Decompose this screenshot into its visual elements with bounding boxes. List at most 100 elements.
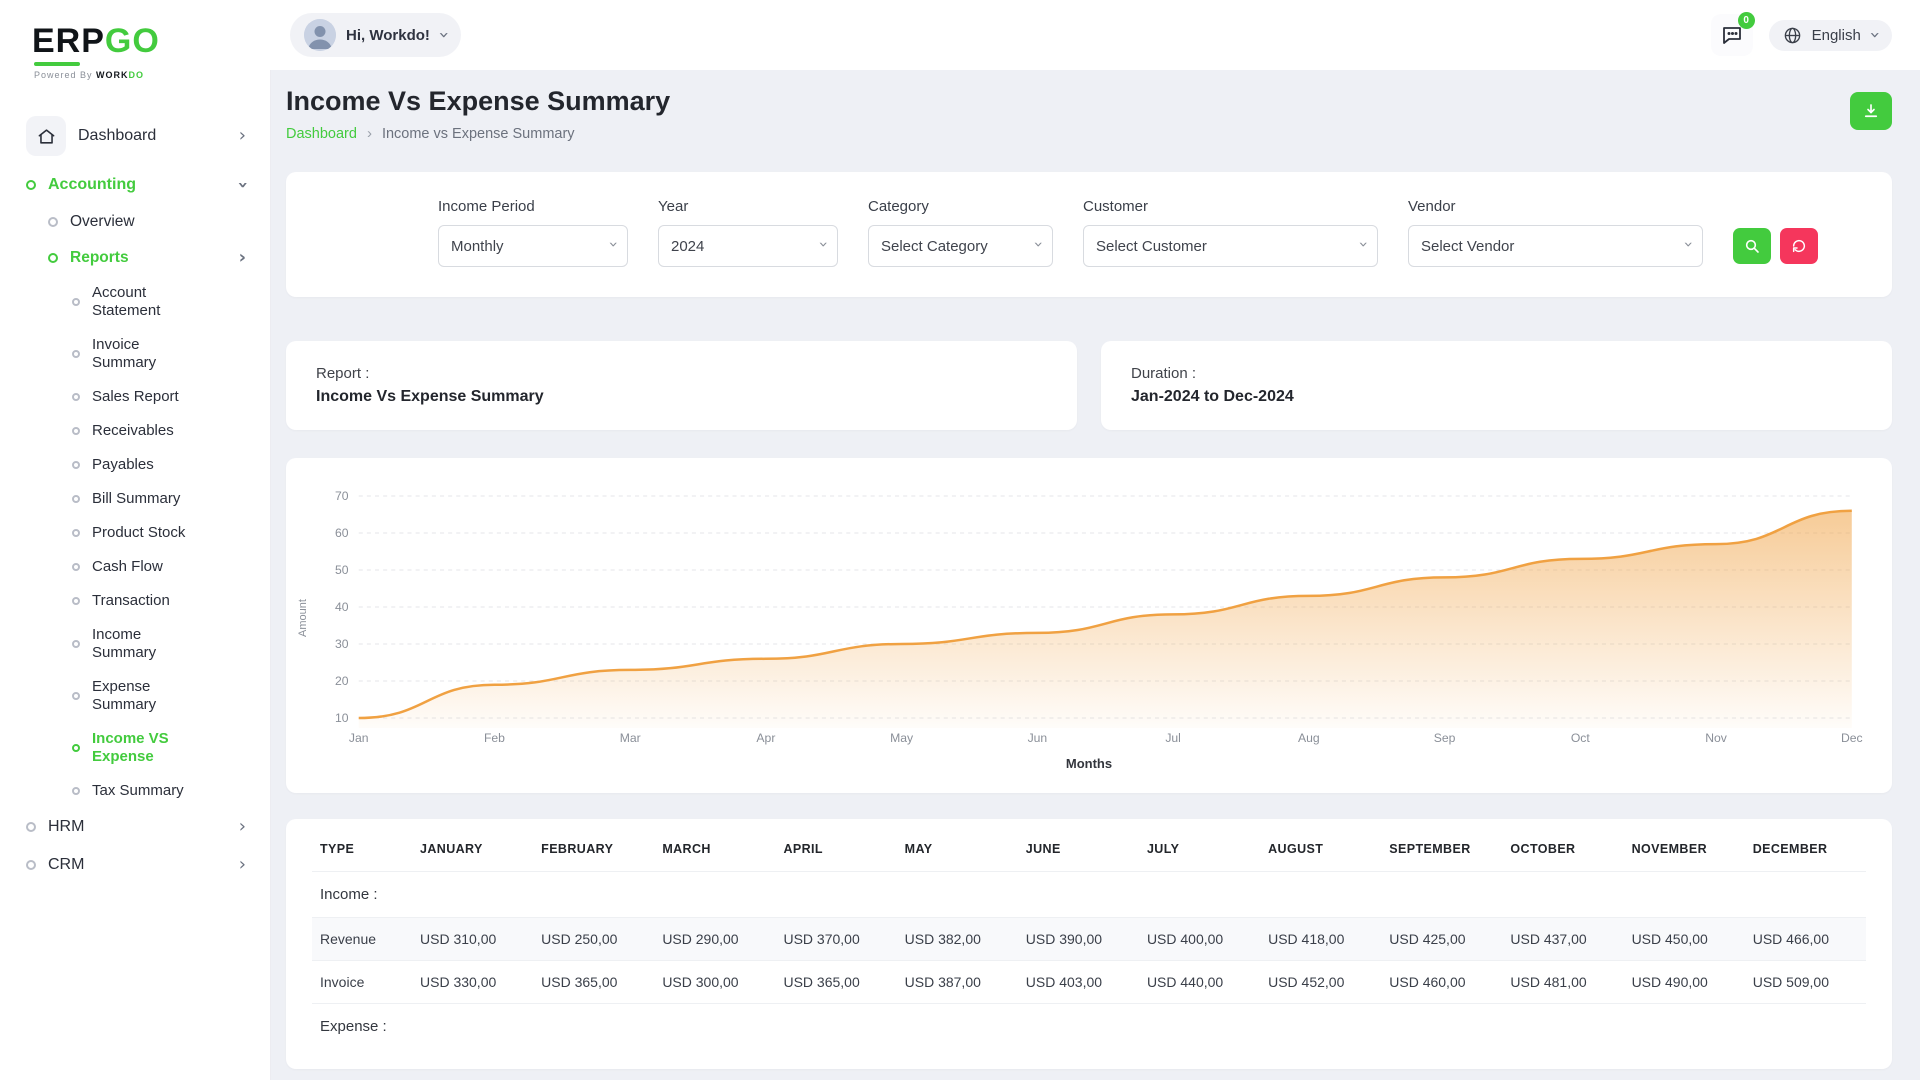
refresh-icon [1791, 238, 1807, 254]
sidebar-item-label: Overview [70, 213, 135, 231]
sidebar-item-payables[interactable]: Payables [66, 448, 252, 482]
user-greeting: Hi, Workdo! [346, 27, 430, 44]
sidebar-item-receivables[interactable]: Receivables [66, 414, 252, 448]
circle-icon [72, 393, 80, 401]
sidebar-item-expense-summary[interactable]: Expense Summary [66, 670, 252, 722]
circle-icon [26, 822, 36, 832]
svg-text:Jan: Jan [349, 731, 369, 745]
reset-button[interactable] [1780, 228, 1818, 264]
sidebar-item-account-statement[interactable]: Account Statement [66, 276, 252, 328]
column-header-may: MAY [897, 825, 1018, 872]
sidebar-reports-children: Account Statement Invoice Summary Sales Re… [20, 276, 252, 808]
sidebar-item-income-summary[interactable]: Income Summary [66, 618, 252, 670]
app-root: ERPGO Powered By WORKDO Dashboard › Acco… [0, 0, 1920, 1080]
table-cell: USD 300,00 [654, 961, 775, 1004]
svg-text:Nov: Nov [1705, 731, 1727, 745]
sidebar-item-tax-summary[interactable]: Tax Summary [66, 774, 252, 808]
table-cell: USD 450,00 [1624, 918, 1745, 961]
sidebar-item-income-vs-expense[interactable]: Income VS Expense [66, 722, 252, 774]
sidebar-item-overview[interactable]: Overview [42, 204, 252, 240]
notifications-button[interactable]: 0 [1711, 14, 1753, 56]
column-header-march: MARCH [654, 825, 775, 872]
sidebar-item-label: Income Summary [92, 626, 204, 662]
main-area: Hi, Workdo! › 0 English › [270, 0, 1920, 1080]
erpgo-logo[interactable]: ERPGO Powered By WORKDO [32, 24, 252, 80]
circle-icon [72, 692, 80, 700]
search-button[interactable] [1733, 228, 1771, 264]
table-section-expense: Expense : [312, 1004, 1866, 1050]
circle-icon [72, 427, 80, 435]
svg-text:Jul: Jul [1165, 731, 1181, 745]
table-row-revenue: RevenueUSD 310,00USD 250,00USD 290,00USD… [312, 918, 1866, 961]
year-field: Year 2024 › [658, 198, 838, 267]
table-cell: USD 310,00 [412, 918, 533, 961]
sidebar-item-label: Income VS Expense [92, 730, 204, 766]
customer-select[interactable]: Select Customer [1083, 225, 1378, 267]
column-header-october: OCTOBER [1502, 825, 1623, 872]
report-card: Report : Income Vs Expense Summary [286, 341, 1077, 430]
sidebar-item-crm[interactable]: CRM › [20, 846, 252, 884]
sidebar-item-reports[interactable]: Reports › [42, 240, 252, 276]
year-select[interactable]: 2024 [658, 225, 838, 267]
table-cell: USD 481,00 [1502, 961, 1623, 1004]
sidebar-item-sales-report[interactable]: Sales Report [66, 380, 252, 414]
search-icon [1744, 238, 1760, 254]
table-cell: USD 365,00 [533, 961, 654, 1004]
sidebar-item-product-stock[interactable]: Product Stock [66, 516, 252, 550]
vendor-select[interactable]: Select Vendor [1408, 225, 1703, 267]
language-menu[interactable]: English › [1769, 20, 1892, 51]
column-header-august: AUGUST [1260, 825, 1381, 872]
column-header-june: JUNE [1018, 825, 1139, 872]
sidebar-item-accounting[interactable]: Accounting › [20, 166, 252, 204]
avatar [304, 19, 336, 51]
chevron-right-icon: › [239, 127, 246, 145]
page-content: Income Vs Expense Summary Dashboard › In… [270, 70, 1920, 1080]
powered-by-text: Powered By WORKDO [34, 70, 252, 80]
table-cell: USD 418,00 [1260, 918, 1381, 961]
sidebar-item-transaction[interactable]: Transaction [66, 584, 252, 618]
category-select[interactable]: Select Category [868, 225, 1053, 267]
category-field: Category Select Category › [868, 198, 1053, 267]
table-cell: USD 437,00 [1502, 918, 1623, 961]
table-cell: USD 440,00 [1139, 961, 1260, 1004]
table-cell: USD 490,00 [1624, 961, 1745, 1004]
vendor-field: Vendor Select Vendor › [1408, 198, 1703, 267]
circle-icon [48, 253, 58, 263]
svg-text:Aug: Aug [1298, 731, 1320, 745]
year-label: Year [658, 198, 838, 215]
breadcrumb-link-dashboard[interactable]: Dashboard [286, 126, 357, 142]
svg-text:May: May [890, 731, 914, 745]
sidebar-item-invoice-summary[interactable]: Invoice Summary [66, 328, 252, 380]
circle-icon [72, 298, 80, 306]
circle-icon [72, 350, 80, 358]
sidebar-item-cash-flow[interactable]: Cash Flow [66, 550, 252, 584]
sidebar-item-label: CRM [48, 856, 84, 874]
income-period-select[interactable]: Monthly [438, 225, 628, 267]
category-label: Category [868, 198, 1053, 215]
table-header-row: TYPEJANUARYFEBRUARYMARCHAPRILMAYJUNEJULY… [312, 825, 1866, 872]
circle-icon [72, 787, 80, 795]
svg-text:70: 70 [335, 489, 349, 503]
vendor-label: Vendor [1408, 198, 1703, 215]
sidebar-item-label: Payables [92, 456, 154, 474]
table-cell: USD 403,00 [1018, 961, 1139, 1004]
globe-icon [1783, 26, 1802, 45]
sidebar-item-dashboard[interactable]: Dashboard › [20, 106, 252, 166]
circle-icon [72, 597, 80, 605]
chevron-right-icon: › [367, 125, 372, 142]
logo-text: ERPGO [32, 24, 252, 58]
circle-icon [72, 640, 80, 648]
filter-panel: Income Period Monthly › Year 2024 › [286, 172, 1892, 297]
sidebar-item-label: Transaction [92, 592, 170, 610]
sidebar-item-label: Reports [70, 249, 129, 267]
user-menu[interactable]: Hi, Workdo! › [290, 13, 461, 57]
column-header-april: APRIL [775, 825, 896, 872]
sidebar-item-bill-summary[interactable]: Bill Summary [66, 482, 252, 516]
sidebar-item-hrm[interactable]: HRM › [20, 808, 252, 846]
customer-field: Customer Select Customer › [1083, 198, 1378, 267]
column-header-september: SEPTEMBER [1381, 825, 1502, 872]
table-cell: USD 370,00 [775, 918, 896, 961]
sidebar-item-label: Invoice Summary [92, 336, 204, 372]
language-label: English [1812, 27, 1861, 44]
download-button[interactable] [1850, 92, 1892, 130]
